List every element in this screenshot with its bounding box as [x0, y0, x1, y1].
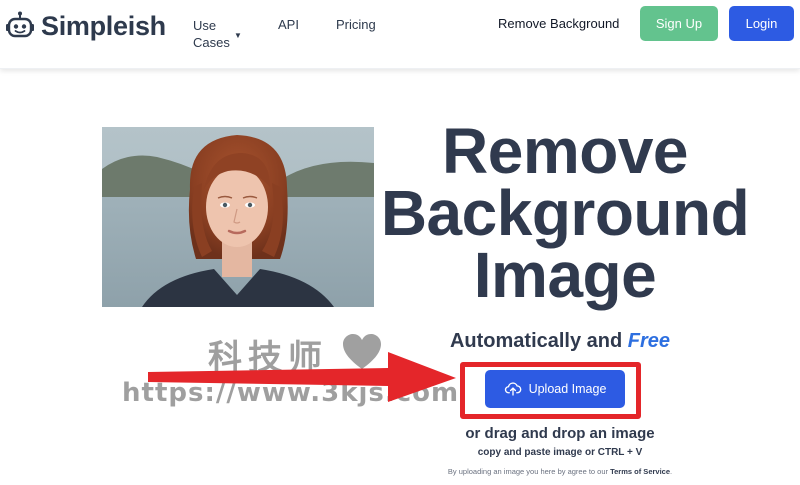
- brand-accent-letter: i: [127, 10, 136, 41]
- brand-name: Simpleish: [41, 10, 166, 41]
- sign-up-button[interactable]: Sign Up: [640, 6, 718, 41]
- terms-of-service-link[interactable]: Terms of Service: [610, 467, 670, 476]
- terms-notice: By uploading an image you here by agree …: [395, 467, 725, 476]
- terms-suffix: .: [670, 467, 673, 476]
- chevron-down-icon: ▼: [234, 31, 242, 40]
- nav-remove-background[interactable]: Remove Background: [498, 16, 619, 31]
- nav-api[interactable]: API: [278, 17, 299, 32]
- brand-logo[interactable]: Simpleish: [5, 8, 166, 44]
- nav-use-cases[interactable]: Use Cases ▼: [193, 17, 243, 51]
- robot-icon: [6, 11, 34, 38]
- site-header: Simpleish Use Cases ▼ API Pricing Remove…: [0, 0, 800, 69]
- page: Simpleish Use Cases ▼ API Pricing Remove…: [0, 0, 800, 485]
- headline-line-1: Remove: [442, 115, 689, 187]
- headline-line-3: Image: [473, 239, 657, 311]
- terms-prefix: By uploading an image you here by agree …: [447, 467, 611, 476]
- upload-image-label: Upload Image: [528, 382, 607, 396]
- drag-drop-hint: or drag and drop an image: [465, 425, 655, 442]
- cloud-upload-icon: [504, 382, 521, 396]
- annotation-arrow-icon: [148, 352, 456, 402]
- subhead-free: Free: [627, 330, 671, 352]
- upload-image-button[interactable]: Upload Image: [485, 370, 625, 408]
- hero-headline: Remove Background Image: [380, 115, 750, 311]
- hero-sample-photo: [102, 127, 374, 307]
- headline-line-2: Background: [380, 177, 750, 249]
- nav-pricing[interactable]: Pricing: [336, 17, 376, 32]
- login-button[interactable]: Login: [729, 6, 794, 41]
- subhead-text: Automatically and: [449, 330, 628, 352]
- paste-hint: copy and paste image or CTRL + V: [477, 447, 643, 458]
